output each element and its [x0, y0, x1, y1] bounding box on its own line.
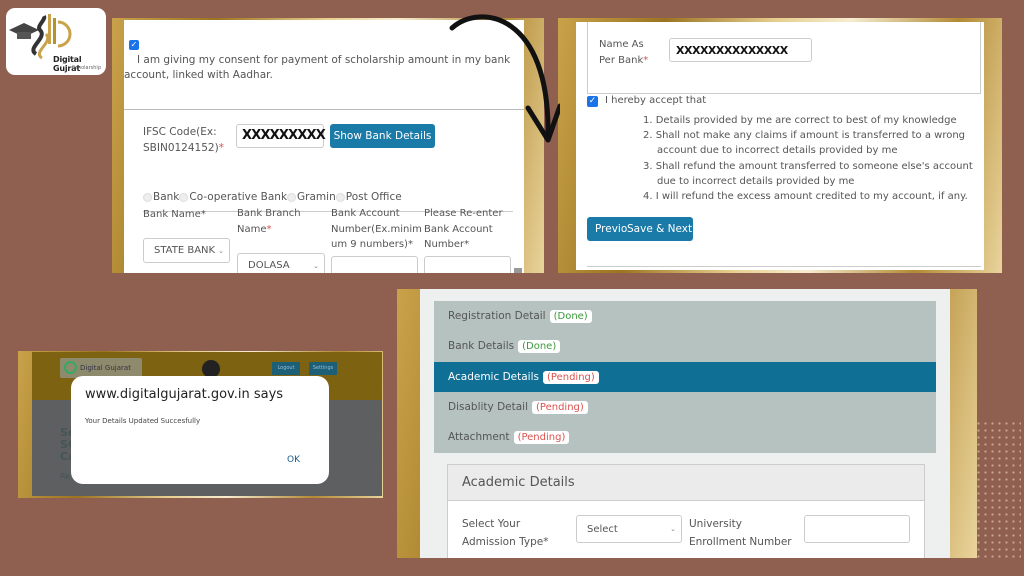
scrollbar[interactable]	[514, 268, 522, 273]
declaration-item: 2. Shall not make any claims if amount i…	[643, 130, 966, 157]
divider	[587, 266, 981, 267]
status-badge: (Done)	[549, 309, 592, 323]
settings-button[interactable]: Settings	[309, 362, 337, 375]
declaration-item: 3. Shall refund the amount transferred t…	[643, 160, 973, 187]
reenter-account-input[interactable]	[424, 256, 511, 273]
dialog-message: Your Details Updated Succesfully	[85, 417, 201, 425]
step-list: Registration Detail (Done) Bank Details (D…	[434, 301, 936, 453]
logo-subtitle: Scholarship	[72, 65, 101, 71]
radio-cooperative-bank[interactable]	[179, 192, 189, 202]
radio-bank[interactable]	[143, 192, 152, 202]
previous-button[interactable]: Previous	[595, 217, 627, 241]
branch-name-label: Bank Branch Name*	[237, 208, 301, 235]
admission-type-label: Select Your Admission Type*	[462, 518, 549, 548]
declaration-list: 1. Details provided by me are correct to…	[643, 113, 983, 204]
step-registration-detail[interactable]: Registration Detail (Done)	[434, 301, 936, 331]
accept-checkbox[interactable]: ✓	[587, 96, 598, 107]
bank-type-radio-group: Bank Co-operative Bank Gramin Post Offic…	[143, 191, 402, 203]
chevron-down-icon: ⌄	[218, 246, 224, 255]
step-attachment[interactable]: Attachment (Pending)	[434, 422, 936, 452]
alert-dialog: www.digitalgujarat.gov.in says Your Deta…	[71, 376, 329, 484]
bank-name-select[interactable]: STATE BANK ⌄	[143, 238, 230, 263]
accept-text: I hereby accept that	[605, 95, 707, 106]
academic-details-card: Academic Details Select Your Admission T…	[447, 464, 925, 558]
name-as-per-bank-label: Name As Per Bank*	[599, 39, 649, 66]
step-bank-details[interactable]: Bank Details (Done)	[434, 331, 936, 361]
decorative-dots	[975, 420, 1021, 560]
digital-gujarat-scholarship-logo: Digital Gujrat Scholarship	[6, 8, 106, 75]
declaration-form: Name As Per Bank* XXXXXXXXXXXXXX ✓ I her…	[576, 22, 984, 270]
status-badge: (Pending)	[532, 400, 588, 414]
dialog-title: www.digitalgujarat.gov.in says	[85, 387, 284, 402]
branch-name-select[interactable]: DOLASA ⌄	[237, 253, 325, 273]
application-progress: Registration Detail (Done) Bank Details (D…	[420, 289, 950, 558]
save-next-button[interactable]: Save & Next	[627, 223, 692, 235]
status-badge: (Pending)	[543, 370, 599, 384]
enrollment-number-input[interactable]	[804, 515, 910, 543]
logo-icon	[64, 361, 77, 374]
show-bank-details-button[interactable]: Show Bank Details	[330, 124, 435, 148]
admission-type-select[interactable]: Select ⌄	[576, 515, 682, 543]
bank-name-label: Bank Name*	[143, 209, 206, 220]
background-text: Re	[60, 472, 71, 481]
status-badge: (Done)	[518, 339, 561, 353]
step-disability-detail[interactable]: Disablity Detail (Pending)	[434, 392, 936, 422]
radio-gramin[interactable]	[287, 192, 297, 202]
ok-button[interactable]: OK	[287, 455, 300, 465]
consent-checkbox[interactable]: ✓	[129, 40, 139, 50]
site-logo[interactable]: Digital Gujarat	[60, 358, 142, 378]
account-number-input[interactable]	[331, 256, 418, 273]
reenter-account-label: Please Re-enter Bank Account Number*	[424, 208, 503, 250]
enrollment-number-label: University Enrollment Number	[689, 518, 792, 548]
ifsc-input[interactable]: XXXXXXXXX	[236, 124, 326, 148]
name-as-per-bank-input[interactable]: XXXXXXXXXXXXXX	[669, 38, 812, 62]
curved-arrow-icon	[449, 14, 560, 143]
section-title: Academic Details	[448, 465, 924, 501]
chevron-down-icon: ⌄	[313, 261, 319, 270]
step-academic-details[interactable]: Academic Details (Pending)	[434, 362, 936, 392]
radio-post-office[interactable]	[335, 192, 345, 202]
status-badge: (Pending)	[513, 430, 570, 444]
form-nav-buttons: PreviousSave & Next	[587, 217, 693, 241]
declaration-item: 4. I will refund the excess amount credi…	[643, 191, 968, 203]
declaration-item: 1. Details provided by me are correct to…	[643, 115, 957, 126]
logout-button[interactable]: Logout	[272, 362, 300, 375]
chevron-down-icon: ⌄	[670, 525, 676, 533]
ifsc-label: IFSC Code(Ex: SBIN0124152)*	[143, 126, 224, 154]
account-number-label: Bank Account Number(Ex.minim um 9 number…	[331, 208, 422, 250]
